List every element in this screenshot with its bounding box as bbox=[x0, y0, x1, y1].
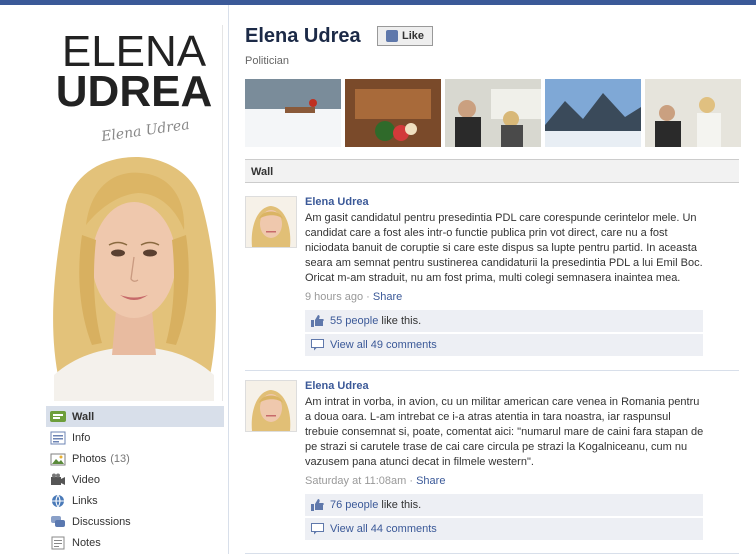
nav-item-label: Discussions bbox=[72, 515, 131, 528]
info-icon bbox=[50, 431, 66, 445]
likes-suffix: like this. bbox=[381, 315, 422, 327]
left-column: ELENA UDREA Elena Udrea Wall Info Photos… bbox=[0, 5, 228, 554]
comments-row: View all 49 comments bbox=[305, 334, 703, 356]
nav-item-discussions[interactable]: Discussions bbox=[46, 511, 224, 532]
photo-thumbnail[interactable] bbox=[445, 79, 541, 147]
notes-icon bbox=[50, 536, 66, 550]
share-link[interactable]: Share bbox=[416, 475, 445, 487]
nav-item-info[interactable]: Info bbox=[46, 427, 224, 448]
comment-icon bbox=[311, 523, 324, 535]
view-comments-link[interactable]: View all 49 comments bbox=[330, 339, 437, 351]
left-nav: Wall Info Photos (13) Video Links Discus… bbox=[46, 406, 224, 553]
nav-item-label: Photos bbox=[72, 452, 107, 465]
main-column: Elena Udrea Like Politician Wall Elena U… bbox=[228, 5, 756, 554]
page-category: Politician bbox=[245, 55, 290, 67]
post-meta: 9 hours ago · Share bbox=[305, 291, 403, 303]
post-text: Am intrat in vorba, in avion, cu un mili… bbox=[305, 396, 704, 468]
post-avatar[interactable] bbox=[245, 380, 297, 432]
likes-link[interactable]: 76 people bbox=[330, 499, 378, 511]
portrait-illustration bbox=[53, 157, 216, 401]
photo-strip bbox=[245, 79, 741, 147]
post-avatar[interactable] bbox=[245, 196, 297, 248]
like-button-label: Like bbox=[401, 30, 424, 42]
nav-item-label: Notes bbox=[72, 536, 101, 549]
nav-item-label: Info bbox=[72, 431, 91, 444]
nav-item-label: Wall bbox=[72, 410, 95, 423]
likes-row: 55 people like this. bbox=[305, 310, 703, 332]
post-body: Elena Udrea Am intrat in vorba, in avion… bbox=[305, 380, 705, 542]
view-comments-link[interactable]: View all 44 comments bbox=[330, 523, 437, 535]
photos-icon bbox=[50, 452, 66, 466]
discussions-icon bbox=[50, 515, 66, 529]
wall-tab[interactable]: Wall bbox=[245, 159, 739, 183]
post-divider bbox=[245, 370, 739, 371]
thumbs-up-icon bbox=[311, 315, 324, 327]
like-button[interactable]: Like bbox=[377, 26, 433, 46]
likes-suffix: like this. bbox=[381, 499, 422, 511]
wall-icon bbox=[50, 410, 66, 424]
post-text: Am gasit candidatul pentru presedintia P… bbox=[305, 212, 703, 284]
photo-thumbnail[interactable] bbox=[545, 79, 641, 147]
nav-item-label: Video bbox=[72, 473, 100, 486]
nav-item-links[interactable]: Links bbox=[46, 490, 224, 511]
photo-thumbnail[interactable] bbox=[245, 79, 341, 147]
photo-thumbnail[interactable] bbox=[645, 79, 741, 147]
post-feedback: 55 people like this. View all 49 comment… bbox=[305, 310, 703, 356]
page-title: Elena Udrea bbox=[245, 25, 361, 47]
nav-item-label: Links bbox=[72, 494, 98, 507]
post-timestamp[interactable]: 9 hours ago bbox=[305, 291, 363, 303]
post-timestamp[interactable]: Saturday at 11:08am bbox=[305, 475, 406, 487]
nav-item-photos[interactable]: Photos (13) bbox=[46, 448, 224, 469]
photo-thumbnail[interactable] bbox=[345, 79, 441, 147]
thumbs-up-icon bbox=[385, 30, 398, 42]
post-author[interactable]: Elena Udrea bbox=[305, 196, 705, 208]
post-feedback: 76 people like this. View all 44 comment… bbox=[305, 494, 703, 540]
comments-row: View all 44 comments bbox=[305, 518, 703, 540]
share-link[interactable]: Share bbox=[373, 291, 402, 303]
likes-link[interactable]: 55 people bbox=[330, 315, 378, 327]
nav-item-notes[interactable]: Notes bbox=[46, 532, 224, 553]
nav-item-video[interactable]: Video bbox=[46, 469, 224, 490]
photos-count: (13) bbox=[110, 452, 130, 465]
video-icon bbox=[50, 473, 66, 487]
thumbs-up-icon bbox=[311, 499, 324, 511]
profile-picture[interactable]: ELENA UDREA Elena Udrea bbox=[46, 25, 223, 401]
post-body: Elena Udrea Am gasit candidatul pentru p… bbox=[305, 196, 705, 358]
links-icon bbox=[50, 494, 66, 508]
nav-item-wall[interactable]: Wall bbox=[46, 406, 224, 427]
comment-icon bbox=[311, 339, 324, 351]
post-meta: Saturday at 11:08am · Share bbox=[305, 475, 446, 487]
likes-row: 76 people like this. bbox=[305, 494, 703, 516]
post-author[interactable]: Elena Udrea bbox=[305, 380, 705, 392]
